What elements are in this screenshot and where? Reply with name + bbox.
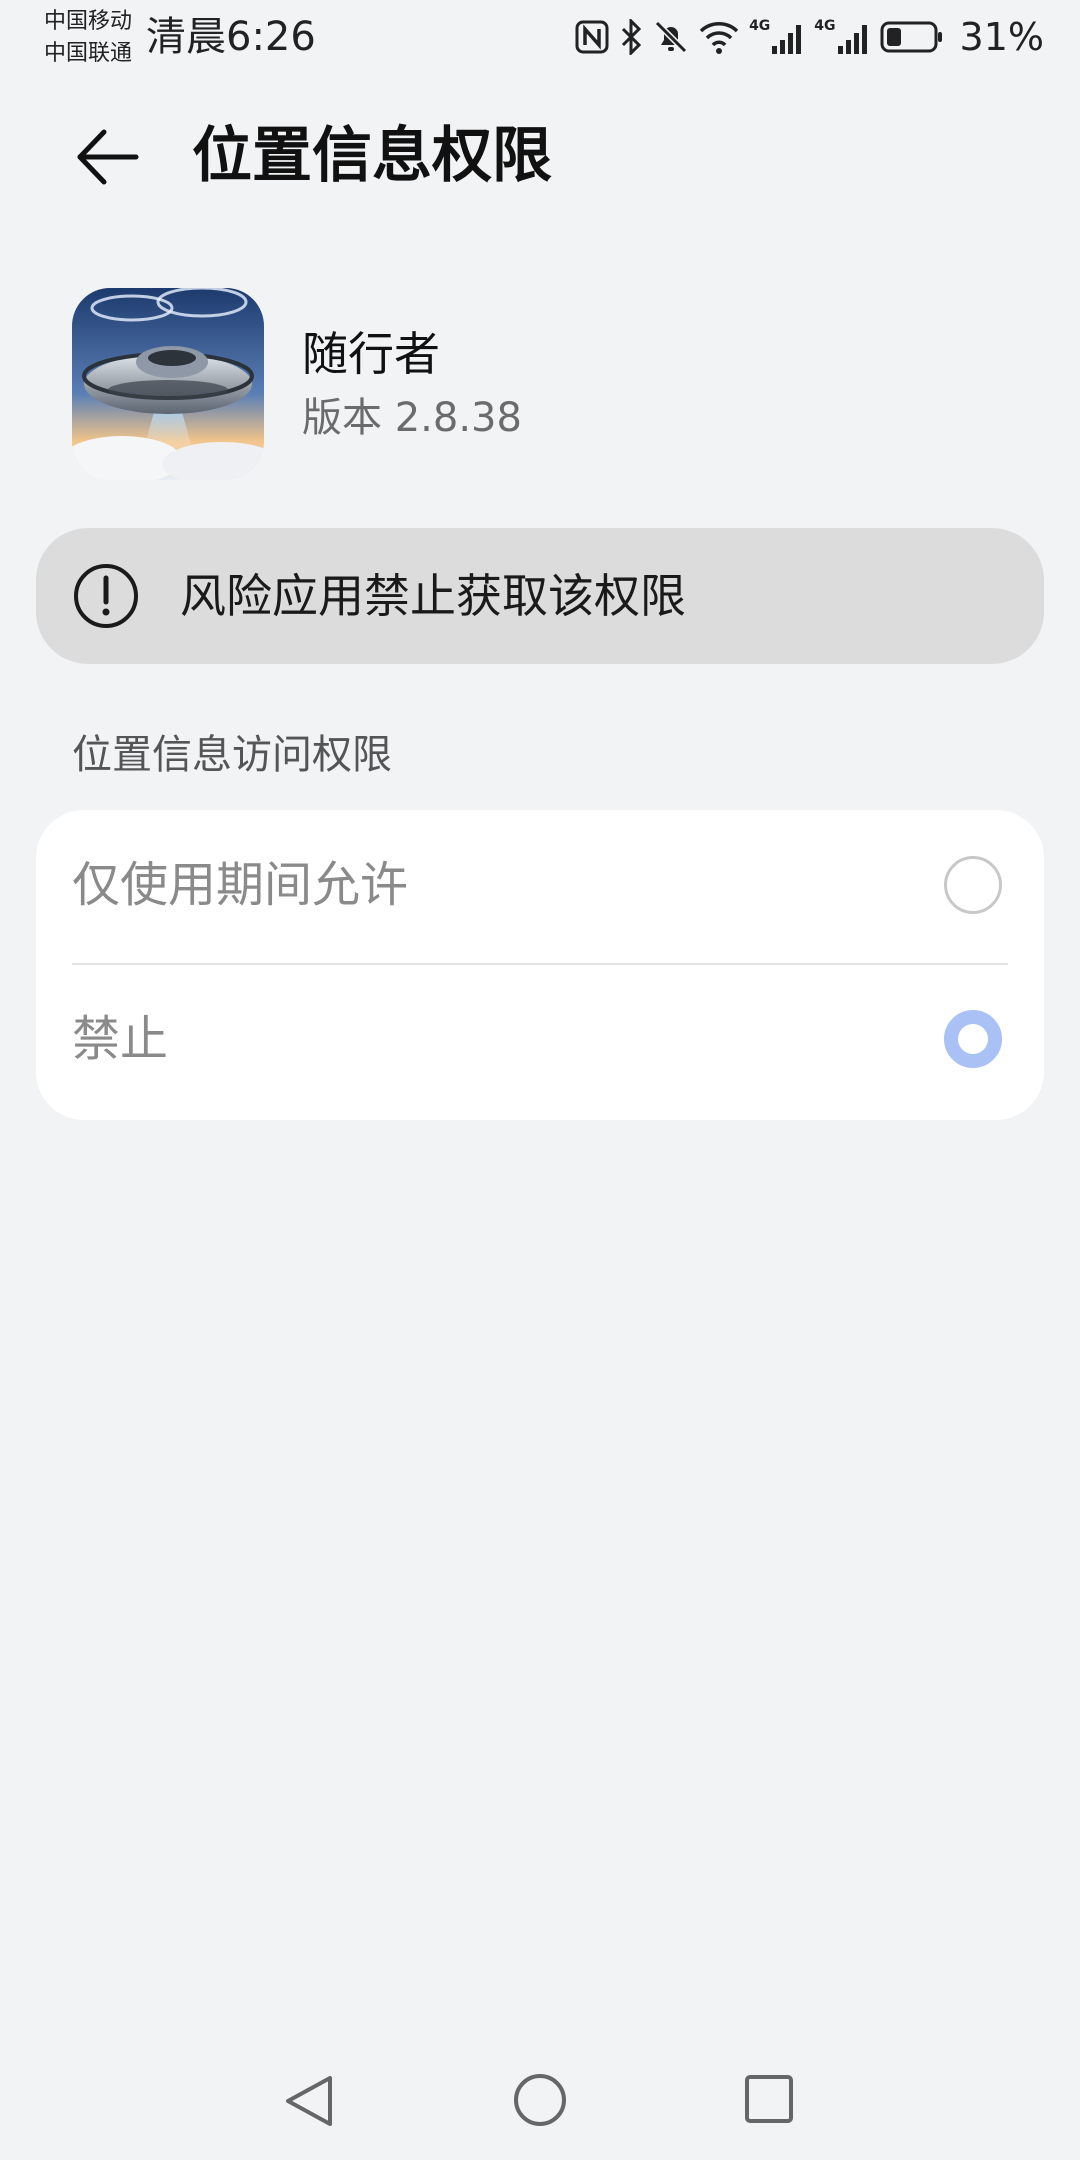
back-button[interactable] <box>72 122 142 192</box>
wifi-icon <box>699 20 739 54</box>
signal-icon <box>772 25 802 54</box>
carrier-names: 中国移动 中国联通 <box>44 6 132 70</box>
radio-button-unselected[interactable] <box>944 856 1002 914</box>
bluetooth-icon <box>619 19 643 55</box>
battery-percent: 31% <box>959 15 1044 59</box>
status-time: 清晨6:26 <box>146 14 316 60</box>
option-deny[interactable]: 禁止 <box>36 964 1044 1114</box>
warning-text: 风险应用禁止获取该权限 <box>180 569 686 623</box>
app-name: 随行者 <box>302 327 440 381</box>
cell-signal-1: 4G <box>749 18 804 56</box>
signal-icon <box>837 25 867 54</box>
nav-back-icon[interactable] <box>280 2072 338 2130</box>
app-version: 版本 2.8.38 <box>302 395 522 441</box>
nfc-icon <box>575 20 609 54</box>
nav-recents-icon[interactable] <box>744 2074 794 2124</box>
carrier-2: 中国联通 <box>44 41 133 66</box>
option-allow-while-in-use[interactable]: 仅使用期间允许 <box>36 810 1044 960</box>
exclamation-circle-icon <box>74 564 138 628</box>
option-label: 禁止 <box>72 1011 169 1067</box>
page-title: 位置信息权限 <box>192 121 552 191</box>
bell-muted-icon <box>653 19 689 55</box>
risk-warning-banner: 风险应用禁止获取该权限 <box>36 528 1044 664</box>
carrier-1: 中国移动 <box>44 9 133 34</box>
status-bar: 中国移动 中国联通 清晨6:26 4G 4G 31% <box>0 0 1080 80</box>
app-icon <box>72 288 264 480</box>
option-label: 仅使用期间允许 <box>72 857 409 913</box>
radio-button-selected[interactable] <box>944 1010 1002 1068</box>
battery-icon <box>880 20 944 54</box>
permission-options-card: 仅使用期间允许 禁止 <box>36 810 1044 1120</box>
network-type-label-1: 4G <box>749 18 771 34</box>
section-title: 位置信息访问权限 <box>72 732 392 778</box>
status-icons: 4G 4G 31% <box>575 14 1044 60</box>
network-type-label-2: 4G <box>814 18 836 34</box>
cell-signal-2: 4G <box>814 18 869 56</box>
navigation-bar <box>0 2060 1080 2140</box>
arrow-left-icon <box>77 129 139 185</box>
nav-home-icon[interactable] <box>512 2072 568 2128</box>
